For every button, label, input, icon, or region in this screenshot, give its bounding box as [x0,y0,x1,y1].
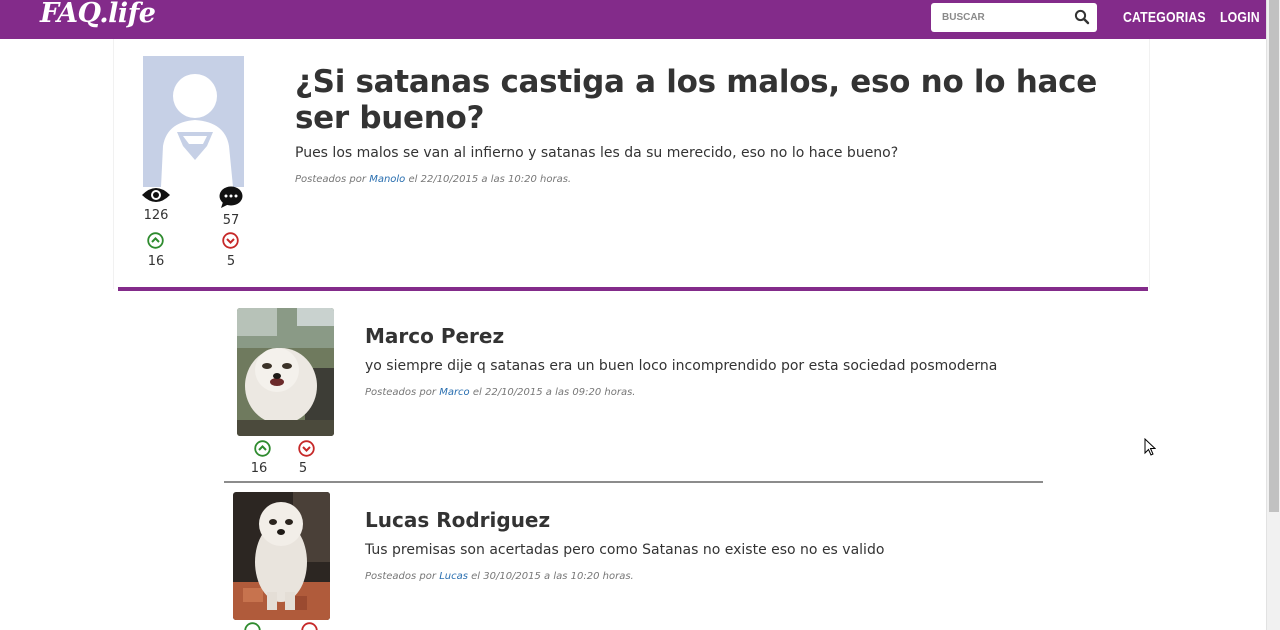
answer-meta: Posteados por Lucas el 30/10/2015 a las … [365,571,634,582]
answer-author-link[interactable]: Marco [439,387,469,398]
answer-text: yo siempre dije q satanas era un buen lo… [365,358,998,374]
answer-upvotes-count: 16 [250,461,268,476]
meta-date: el 22/10/2015 a las 09:20 horas. [472,387,636,398]
meta-prefix: Posteados por [365,387,436,398]
search-box [931,3,1097,32]
chevron-up-circle-icon[interactable] [147,232,164,253]
top-navbar: FAQ.life CATEGORIAS LOGIN [0,0,1266,39]
views-count: 126 [143,208,169,223]
comments-count: 57 [222,213,240,228]
answer-author-name: Marco Perez [365,324,505,348]
question-divider [118,287,1148,291]
meta-prefix: Posteados por [365,571,436,582]
mouse-cursor-icon [1144,437,1157,460]
site-logo[interactable]: FAQ.life [40,0,156,29]
answer-downvotes-count: 5 [298,461,308,476]
chevron-up-circle-icon[interactable] [244,622,261,630]
answer-text: Tus premisas son acertadas pero como Sat… [365,542,885,558]
meta-prefix: Posteados por [295,174,366,185]
answer-divider [224,481,1043,483]
question-author-avatar [143,56,244,187]
speech-bubble-icon [219,186,243,213]
scrollbar-thumb[interactable] [1269,0,1279,512]
nav-login-link[interactable]: LOGIN [1220,9,1260,26]
eye-icon [141,186,171,208]
page-scrollbar[interactable] [1266,0,1280,630]
question-body: Pues los malos se van al infierno y sata… [295,145,899,161]
chevron-down-circle-icon[interactable] [301,622,318,630]
search-icon[interactable] [1074,9,1090,25]
meta-date: el 30/10/2015 a las 10:20 horas. [471,571,634,582]
answer-author-name: Lucas Rodriguez [365,508,551,532]
answer-author-photo [233,492,330,620]
question-title: ¿Si satanas castiga a los malos, eso no … [295,64,1097,136]
answer-author-link[interactable]: Lucas [439,571,468,582]
chevron-up-circle-icon[interactable] [254,440,271,461]
downvotes-count: 5 [226,254,236,269]
question-meta: Posteados por Manolo el 22/10/2015 a las… [295,174,571,185]
meta-date: el 22/10/2015 a las 10:20 horas. [408,174,572,185]
answer-meta: Posteados por Marco el 22/10/2015 a las … [365,387,635,398]
answer-author-photo [237,308,334,436]
nav-categories-link[interactable]: CATEGORIAS [1123,9,1206,26]
question-author-link[interactable]: Manolo [369,174,405,185]
search-input[interactable] [931,3,1071,32]
chevron-down-circle-icon[interactable] [222,232,239,253]
chevron-down-circle-icon[interactable] [298,440,315,461]
upvotes-count: 16 [147,254,165,269]
